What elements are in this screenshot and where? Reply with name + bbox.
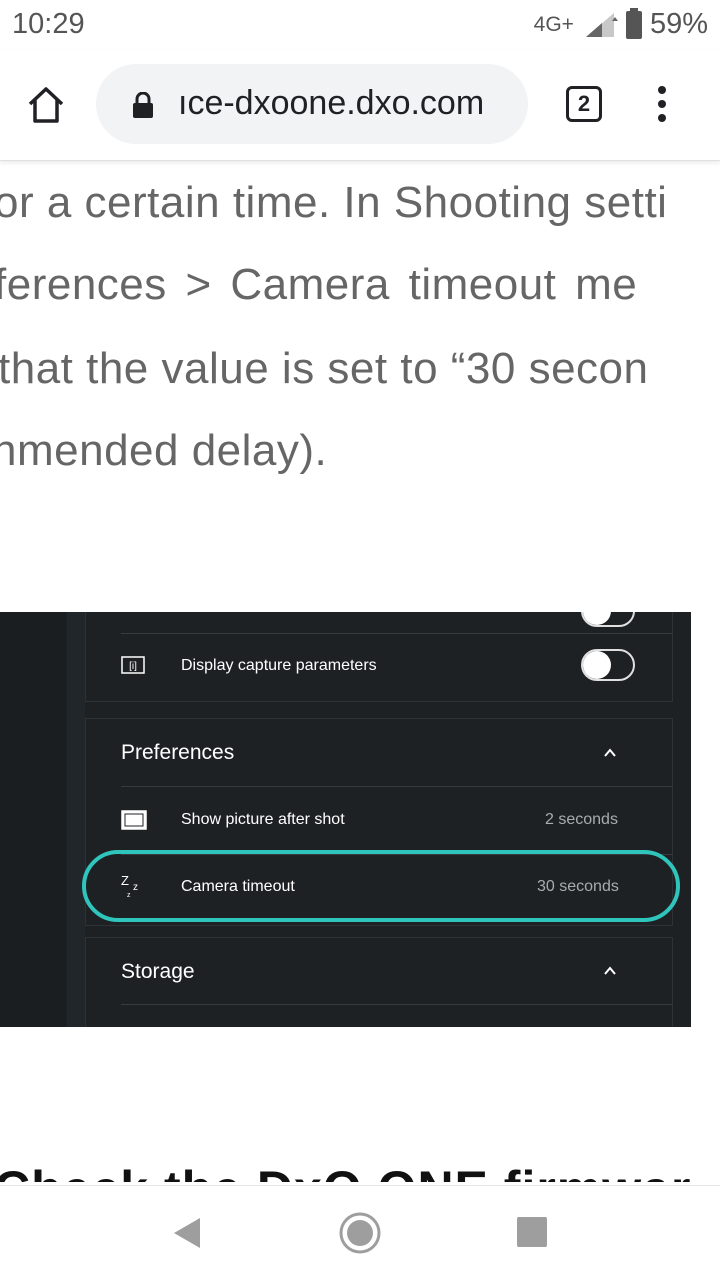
toggle-switch[interactable] <box>581 612 635 627</box>
picture-icon <box>121 810 147 830</box>
url-text: ıce-dxoone.dxo.com <box>178 84 485 122</box>
battery-icon <box>625 7 642 39</box>
sidebar-panel <box>0 612 66 1027</box>
storage-card: Storage <box>85 937 673 1027</box>
shooting-settings-card: [i] Display capture parameters <box>85 612 673 702</box>
status-time: 10:29 <box>12 8 85 40</box>
divider <box>121 786 673 787</box>
status-bar: 10:29 4G+ 59% <box>0 0 720 50</box>
back-icon[interactable] <box>172 1216 202 1250</box>
network-type: 4G+ <box>533 12 574 36</box>
camera-timeout-highlight <box>82 850 680 922</box>
svg-text:[i]: [i] <box>129 661 137 672</box>
system-nav-bar <box>0 1185 720 1281</box>
article-content: or a certain time. In Shooting setti fer… <box>0 162 720 1182</box>
display-capture-label: Display capture parameters <box>181 657 377 674</box>
recent-apps-icon[interactable] <box>517 1217 547 1247</box>
section-heading: Check the DxO ONE firmwar <box>0 1160 691 1182</box>
home-icon[interactable] <box>26 86 66 124</box>
tab-switcher-button[interactable]: 2 <box>566 86 602 122</box>
panel-divider <box>67 612 85 1027</box>
settings-screenshot: [i] Display capture parameters Preferenc… <box>0 612 691 1027</box>
chevron-up-icon[interactable] <box>604 965 616 977</box>
battery-level: 59% <box>649 8 708 40</box>
signal-icon <box>585 12 618 37</box>
storage-title: Storage <box>121 960 195 983</box>
lock-icon <box>133 92 153 118</box>
overflow-menu-icon[interactable] <box>652 86 672 126</box>
chevron-up-icon[interactable] <box>604 747 616 759</box>
capture-params-icon: [i] <box>121 656 145 674</box>
preferences-title: Preferences <box>121 741 235 764</box>
show-picture-value[interactable]: 2 seconds <box>545 811 618 829</box>
browser-toolbar: ıce-dxoone.dxo.com 2 <box>0 50 720 161</box>
show-picture-label: Show picture after shot <box>181 811 345 828</box>
address-bar[interactable]: ıce-dxoone.dxo.com <box>96 64 528 144</box>
divider <box>121 1004 673 1005</box>
paragraph-line: that the value is set to “30 secon <box>0 344 649 393</box>
display-capture-toggle[interactable] <box>581 649 635 681</box>
divider <box>121 633 673 634</box>
status-indicators: 4G+ 59% <box>533 7 708 41</box>
home-nav-icon[interactable] <box>338 1211 382 1255</box>
paragraph-line: or a certain time. In Shooting setti <box>0 178 668 227</box>
paragraph-line: ferences > Camera timeout me <box>0 260 638 309</box>
paragraph-line: nmended delay). <box>0 426 328 475</box>
